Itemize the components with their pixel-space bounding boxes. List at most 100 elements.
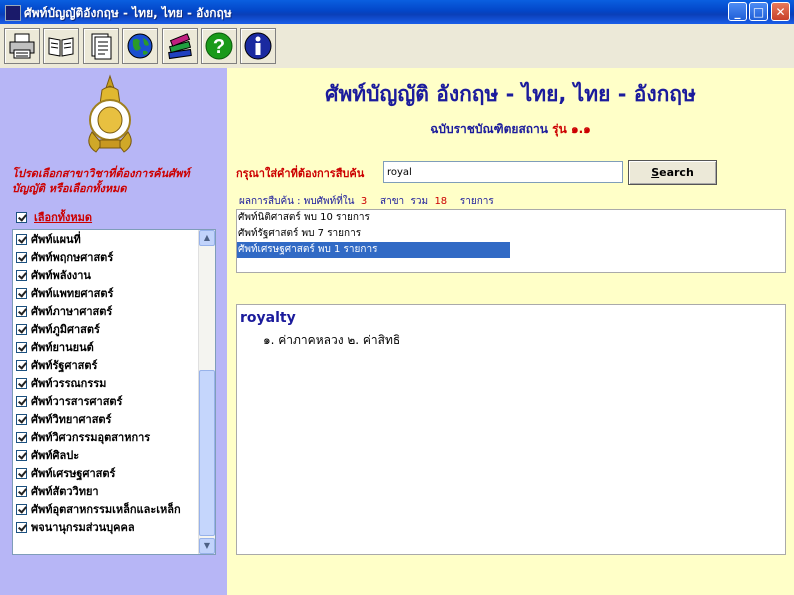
checkbox-icon[interactable]: [16, 305, 27, 317]
checkbox-icon[interactable]: [16, 269, 27, 281]
checkbox-icon[interactable]: [16, 467, 27, 479]
subject-item[interactable]: ศัพท์พฤกษศาสตร์: [13, 248, 215, 266]
subject-item[interactable]: ศัพท์ภูมิศาสตร์: [13, 320, 215, 338]
select-all-checkbox[interactable]: เลือกทั้งหมด: [16, 208, 92, 226]
definition-word: royalty: [240, 310, 296, 326]
subject-item[interactable]: ศัพท์ภาษาศาสตร์: [13, 302, 215, 320]
document-icon: [91, 33, 112, 60]
subject-item[interactable]: ศัพท์วิทยาศาสตร์: [13, 410, 215, 428]
app-icon: [5, 5, 21, 21]
checkbox-icon[interactable]: [16, 211, 27, 223]
subject-item[interactable]: ศัพท์แพทยศาสตร์: [13, 284, 215, 302]
checkbox-icon[interactable]: [16, 287, 27, 299]
globe-icon: [127, 33, 153, 59]
info-icon: [244, 32, 272, 60]
branch-count: 3: [360, 196, 368, 207]
instruction-text: โปรดเลือกสาขาวิชาที่ต้องการค้นศัพท์บัญญั…: [12, 167, 190, 195]
checkbox-icon[interactable]: [16, 323, 27, 335]
subject-label: ศัพท์พลังงาน: [31, 269, 91, 282]
search-label: กรุณาใส่คำที่ต้องการสืบค้น: [236, 167, 365, 180]
subject-label: ศัพท์วิทยาศาสตร์: [31, 413, 112, 426]
subject-item[interactable]: ศัพท์สัตววิทยา: [13, 482, 215, 500]
edition-prefix: ฉบับราชบัณฑิตยสถาน: [430, 122, 553, 136]
search-button[interactable]: Search: [628, 160, 717, 185]
subject-panel: โปรดเลือกสาขาวิชาที่ต้องการค้นศัพท์บัญญั…: [0, 68, 227, 595]
subject-item[interactable]: ศัพท์วารสารศาสตร์: [13, 392, 215, 410]
printer-icon: [9, 33, 35, 59]
checkbox-icon[interactable]: [16, 521, 27, 533]
print-button[interactable]: [4, 28, 40, 64]
subject-label: ศัพท์ภูมิศาสตร์: [31, 323, 100, 336]
books-stack-icon: [168, 33, 192, 60]
page-title: ศัพท์บัญญัติ อังกฤษ - ไทย, ไทย - อังกฤษ: [325, 82, 696, 106]
subject-item[interactable]: ศัพท์เศรษฐศาสตร์: [13, 464, 215, 482]
web-button[interactable]: [122, 28, 158, 64]
subject-label: ศัพท์ศิลปะ: [31, 449, 80, 462]
checkbox-icon[interactable]: [16, 485, 27, 497]
checkbox-icon[interactable]: [16, 359, 27, 371]
scroll-up-button[interactable]: ▲: [199, 230, 215, 246]
subject-item[interactable]: ศัพท์อุตสาหกรรมเหล็กและเหล็ก: [13, 500, 215, 518]
subject-item[interactable]: ศัพท์ศิลปะ: [13, 446, 215, 464]
subject-label: ศัพท์พฤกษศาสตร์: [31, 251, 114, 264]
help-icon: ?: [205, 32, 233, 60]
subject-label: ศัพท์อุตสาหกรรมเหล็กและเหล็ก: [31, 503, 181, 516]
subject-label: ศัพท์วิศวกรรมอุตสาหการ: [31, 431, 151, 444]
notes-button[interactable]: [83, 28, 119, 64]
about-button[interactable]: [240, 28, 276, 64]
checkbox-icon[interactable]: [16, 377, 27, 389]
search-input[interactable]: [383, 161, 623, 183]
subject-item[interactable]: ศัพท์ยานยนต์: [13, 338, 215, 356]
subject-item[interactable]: ศัพท์วิศวกรรมอุตสาหการ: [13, 428, 215, 446]
checkbox-icon[interactable]: [16, 503, 27, 515]
checkbox-icon[interactable]: [16, 395, 27, 407]
library-button[interactable]: [162, 28, 198, 64]
checkbox-icon[interactable]: [16, 341, 27, 353]
subject-list-scrollbar[interactable]: ▲ ▼: [198, 230, 215, 554]
checkbox-icon[interactable]: [16, 233, 27, 245]
svg-text:?: ?: [213, 36, 225, 58]
subject-item[interactable]: พจนานุกรมส่วนบุคคล: [13, 518, 215, 536]
minimize-button[interactable]: _: [728, 2, 747, 21]
subject-label: ศัพท์เศรษฐศาสตร์: [31, 467, 116, 480]
subject-item[interactable]: ศัพท์พลังงาน: [13, 266, 215, 284]
result-item[interactable]: ศัพท์เศรษฐศาสตร์ พบ 1 รายการ: [237, 242, 510, 258]
book-icon: [48, 37, 74, 57]
select-all-label[interactable]: เลือกทั้งหมด: [34, 208, 92, 226]
scroll-down-button[interactable]: ▼: [199, 538, 215, 554]
results-list[interactable]: ศัพท์นิติศาสตร์ พบ 10 รายการ ศัพท์รัฐศาสต…: [236, 209, 786, 273]
definition-meaning: ๑. ค่าภาคหลวง ๒. ค่าสิทธิ: [263, 333, 401, 347]
subject-label: พจนานุกรมส่วนบุคคล: [31, 521, 135, 534]
result-item[interactable]: ศัพท์รัฐศาสตร์ พบ 7 รายการ: [237, 226, 510, 242]
checkbox-icon[interactable]: [16, 449, 27, 461]
checkbox-icon[interactable]: [16, 413, 27, 425]
dictionary-button[interactable]: [43, 28, 79, 64]
result-summary: ผลการสืบค้น : พบศัพท์ที่ใน 3 สาขา รวม 18…: [239, 194, 494, 209]
total-label: รวม: [410, 196, 429, 207]
subject-label: ศัพท์ภาษาศาสตร์: [31, 305, 113, 318]
help-button[interactable]: ?: [201, 28, 237, 64]
maximize-button[interactable]: □: [749, 2, 768, 21]
search-button-mnemonic: S: [651, 166, 660, 179]
toolbar: ?: [0, 24, 794, 69]
subject-item[interactable]: ศัพท์รัฐศาสตร์: [13, 356, 215, 374]
subject-label: ศัพท์แพทยศาสตร์: [31, 287, 114, 300]
branch-unit: สาขา: [379, 196, 405, 207]
checkbox-icon[interactable]: [16, 251, 27, 263]
subject-item[interactable]: ศัพท์วรรณกรรม: [13, 374, 215, 392]
subject-label: ศัพท์วรรณกรรม: [31, 377, 107, 390]
edition-text: ฉบับราชบัณฑิตยสถาน รุ่น ๑.๑: [227, 120, 794, 139]
subject-item[interactable]: ศัพท์แผนที่: [13, 230, 215, 248]
subject-list[interactable]: ศัพท์แผนที่ศัพท์พฤกษศาสตร์ศัพท์พลังงานศั…: [12, 229, 216, 555]
subject-label: ศัพท์รัฐศาสตร์: [31, 359, 98, 372]
checkbox-icon[interactable]: [16, 431, 27, 443]
total-count: 18: [434, 196, 448, 207]
definition-panel: royalty ๑. ค่าภาคหลวง ๒. ค่าสิทธิ: [236, 304, 786, 555]
close-button[interactable]: ✕: [771, 2, 790, 21]
result-item[interactable]: ศัพท์นิติศาสตร์ พบ 10 รายการ: [237, 210, 510, 226]
main-panel: ศัพท์บัญญัติ อังกฤษ - ไทย, ไทย - อังกฤษ …: [227, 68, 794, 595]
window-title: ศัพท์บัญญัติอังกฤษ - ไทย, ไทย - อังกฤษ: [24, 6, 232, 20]
scroll-thumb[interactable]: [199, 370, 215, 536]
title-bar[interactable]: ศัพท์บัญญัติอังกฤษ - ไทย, ไทย - อังกฤษ _…: [0, 0, 794, 24]
total-unit: รายการ: [459, 196, 494, 207]
